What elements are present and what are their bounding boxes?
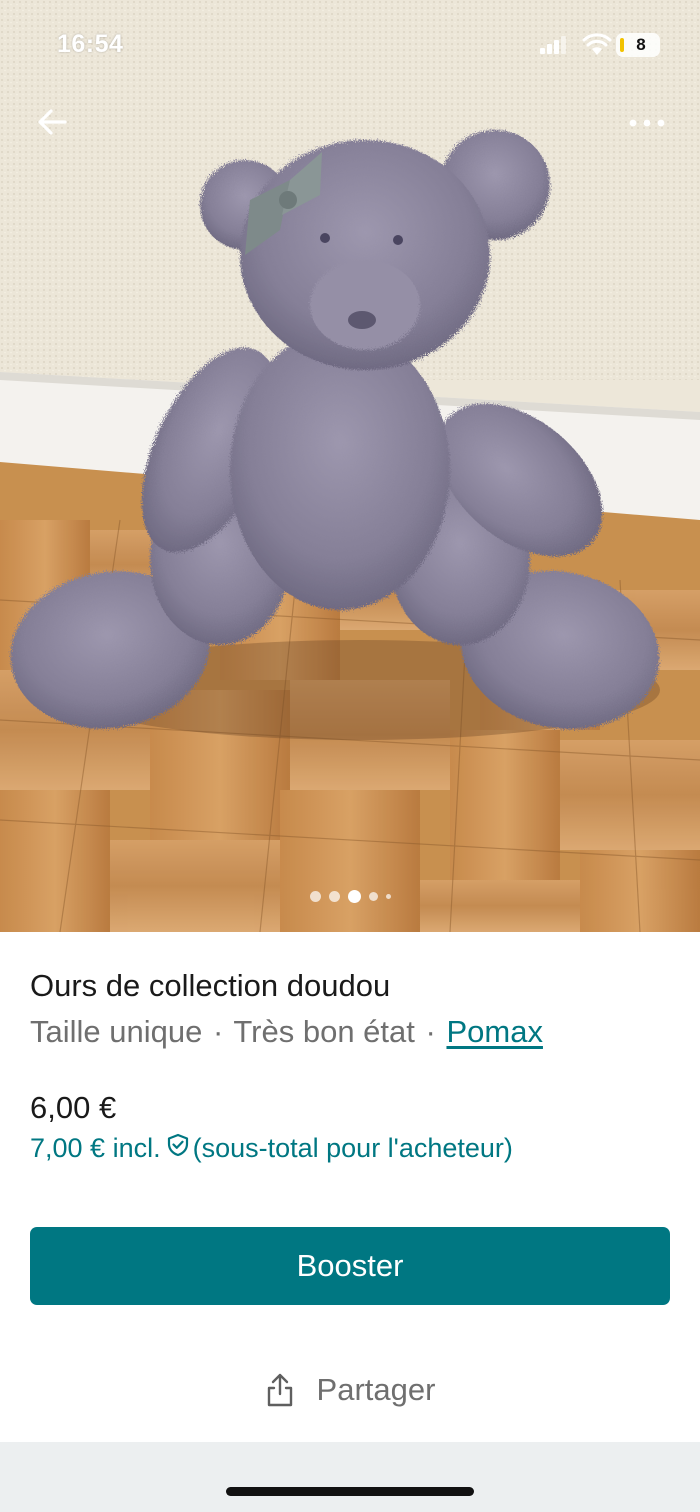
separator-dot: · bbox=[425, 1014, 436, 1049]
arrow-left-icon bbox=[38, 109, 67, 135]
booster-button[interactable]: Booster bbox=[30, 1227, 670, 1305]
buyer-price-note: (sous-total pour l'acheteur) bbox=[192, 1133, 513, 1163]
carousel-dot[interactable] bbox=[309, 890, 321, 902]
carousel-dot[interactable] bbox=[368, 891, 378, 901]
bottom-bar bbox=[0, 1442, 700, 1512]
battery-level: 8 bbox=[636, 35, 646, 54]
item-condition: Très bon état bbox=[233, 1014, 415, 1049]
shield-check-icon bbox=[167, 1133, 189, 1164]
more-options-button[interactable] bbox=[622, 105, 672, 141]
separator-dot: · bbox=[212, 1014, 224, 1049]
battery-charge-indicator bbox=[620, 38, 624, 52]
buyer-price: 7,00 € incl. bbox=[30, 1133, 161, 1163]
item-price: 6,00 € bbox=[30, 1090, 117, 1125]
item-size: Taille unique bbox=[30, 1014, 203, 1049]
carousel-dot[interactable] bbox=[347, 889, 361, 903]
status-time: 16:54 bbox=[57, 30, 124, 58]
carousel-indicator[interactable] bbox=[0, 888, 700, 904]
share-button[interactable]: Partager bbox=[0, 1362, 700, 1418]
battery-icon: 8 bbox=[616, 33, 660, 57]
item-attributes: Taille unique · Très bon état · Pomax bbox=[30, 1014, 543, 1050]
back-button[interactable] bbox=[30, 100, 74, 144]
carousel-dot[interactable] bbox=[385, 893, 391, 899]
item-title: Ours de collection doudou bbox=[30, 968, 391, 1003]
carousel-dot[interactable] bbox=[328, 890, 340, 902]
status-bar: 16:54 8 bbox=[0, 0, 700, 90]
item-photo-carousel[interactable]: 16:54 8 bbox=[0, 0, 700, 932]
item-brand-link[interactable]: Pomax bbox=[446, 1014, 542, 1049]
share-label: Partager bbox=[316, 1372, 436, 1407]
wifi-icon bbox=[582, 33, 612, 55]
cellular-signal-icon bbox=[540, 36, 566, 54]
home-indicator[interactable] bbox=[226, 1487, 474, 1496]
more-horizontal-icon bbox=[629, 119, 665, 127]
booster-label: Booster bbox=[296, 1248, 404, 1283]
share-icon bbox=[265, 1372, 295, 1408]
item-photo bbox=[0, 0, 700, 932]
buyer-price-line[interactable]: 7,00 € incl. (sous-total pour l'acheteur… bbox=[30, 1133, 513, 1164]
